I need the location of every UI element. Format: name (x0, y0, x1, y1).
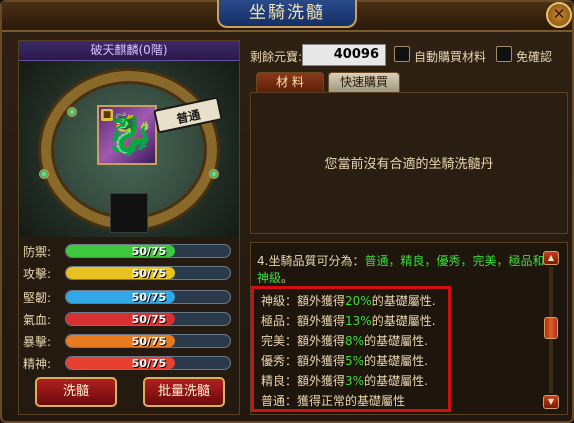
mount-stage: 🐉 ■ 普通 (19, 61, 239, 237)
material-panel: 您當前沒有合適的坐騎洗髓丹 (250, 92, 568, 234)
grade-percent: 20% (345, 294, 372, 308)
grade-text: 神級：額外獲得 (261, 294, 346, 308)
stat-value: 50/75 (131, 267, 167, 280)
stat-row-attack: 攻擊: 50/75 (23, 263, 237, 283)
auto-buy-label: 自動購買材料 (414, 50, 487, 64)
title-bar: 坐騎洗髓 ✕ (2, 0, 572, 32)
grade-tail: 的基礎屬性. (364, 374, 428, 388)
grade-percent: 8% (345, 334, 365, 348)
gem-icon (67, 107, 77, 117)
stat-label: 氣血: (23, 313, 52, 327)
stat-bar: 50/75 (65, 290, 231, 304)
gem-icon (209, 169, 219, 179)
stat-bar: 50/75 (65, 266, 231, 280)
info-intro: 4.坐騎品質可分為：普通，精良，優秀，完美，極品和神級。 (257, 253, 547, 287)
grade-tail: 的基礎屬性. (371, 294, 436, 308)
grade-percent: 3% (345, 374, 365, 388)
intro-prefix: 4.坐騎品質可分為： (257, 254, 365, 268)
stat-label: 堅韌: (23, 291, 52, 305)
stat-value: 50/75 (131, 357, 167, 370)
intro-suffix: 。 (281, 271, 294, 285)
refine-button[interactable]: 洗髓 (35, 377, 117, 407)
stat-value: 50/75 (131, 245, 167, 258)
scroll-thumb[interactable] (544, 317, 558, 339)
grade-tail: 的基礎屬性. (371, 314, 436, 328)
scrollbar[interactable]: ▲ ▼ (543, 251, 559, 409)
grade-line: 極品：額外獲得13%的基礎屬性. (261, 312, 436, 329)
mount-name: 破天麒麟(0階) (19, 41, 239, 61)
no-confirm-checkbox[interactable] (496, 46, 512, 62)
stat-value: 50/75 (131, 335, 167, 348)
stat-row-defense: 防禦: 50/75 (23, 241, 237, 261)
grade-text: 極品：額外獲得 (261, 314, 346, 328)
empty-message: 您當前沒有合適的坐騎洗髓丹 (324, 157, 494, 172)
info-panel: 4.坐騎品質可分為：普通，精良，優秀，完美，極品和神級。 神級：額外獲得20%的… (250, 242, 568, 415)
grade-line-normal: 普通：獲得正常的基礎屬性 (261, 394, 406, 408)
tab-quick-buy[interactable]: 快速購買 (328, 72, 400, 92)
stat-label: 暴擊: (23, 335, 52, 349)
mount-panel: 破天麒麟(0階) 🐉 ■ 普通 防禦: 50/75 攻擊: 50/75 堅韌: … (18, 40, 240, 415)
stat-label: 精神: (23, 357, 52, 371)
grade-line: 精良：額外獲得3%的基礎屬性. (261, 372, 428, 389)
gem-icon (39, 169, 49, 179)
grade-percent: 5% (345, 354, 365, 368)
grade-line: 優秀：額外獲得5%的基礎屬性. (261, 352, 428, 369)
currency-label: 剩餘元寶: (250, 50, 303, 64)
currency-value: 40096 (302, 44, 386, 66)
no-confirm-label: 免確認 (516, 50, 553, 64)
stat-bar: 50/75 (65, 312, 231, 326)
stat-row-crit: 暴擊: 50/75 (23, 331, 237, 351)
stat-bar: 50/75 (65, 244, 231, 258)
scroll-up-icon[interactable]: ▲ (543, 251, 559, 265)
close-button[interactable]: ✕ (546, 2, 572, 28)
grade-tail: 的基礎屬性. (364, 334, 428, 348)
tab-materials[interactable]: 材 料 (256, 72, 324, 92)
lock-icon: ■ (101, 109, 113, 121)
stat-row-spirit: 精神: 50/75 (23, 353, 237, 373)
batch-refine-button[interactable]: 批量洗髓 (143, 377, 225, 407)
stat-bar: 50/75 (65, 334, 231, 348)
grade-percent: 13% (345, 314, 372, 328)
stat-label: 防禦: (23, 245, 52, 259)
grade-text: 優秀：額外獲得 (261, 354, 346, 368)
mount-portrait[interactable]: 🐉 ■ (97, 105, 157, 165)
grade-tail: 的基礎屬性. (364, 354, 428, 368)
grade-line: 神級：額外獲得20%的基礎屬性. (261, 292, 436, 309)
stat-bar: 50/75 (65, 356, 231, 370)
mount-refine-window: 坐騎洗髓 ✕ 破天麒麟(0階) 🐉 ■ 普通 防禦: 50/75 攻擊: 50/… (0, 0, 574, 423)
auto-buy-checkbox[interactable] (394, 46, 410, 62)
window-title: 坐騎洗髓 (217, 0, 357, 28)
grade-text: 完美：額外獲得 (261, 334, 346, 348)
grade-bonus-box: 神級：額外獲得20%的基礎屬性. 極品：額外獲得13%的基礎屬性. 完美：額外獲… (251, 286, 451, 412)
grade-text: 精良：額外獲得 (261, 374, 346, 388)
stat-value: 50/75 (131, 313, 167, 326)
scroll-down-icon[interactable]: ▼ (543, 395, 559, 409)
stat-label: 攻擊: (23, 267, 52, 281)
empty-item-slot[interactable] (110, 193, 148, 233)
stat-row-toughness: 堅韌: 50/75 (23, 287, 237, 307)
stat-row-hp: 氣血: 50/75 (23, 309, 237, 329)
stat-value: 50/75 (131, 291, 167, 304)
grade-line: 完美：額外獲得8%的基礎屬性. (261, 332, 428, 349)
